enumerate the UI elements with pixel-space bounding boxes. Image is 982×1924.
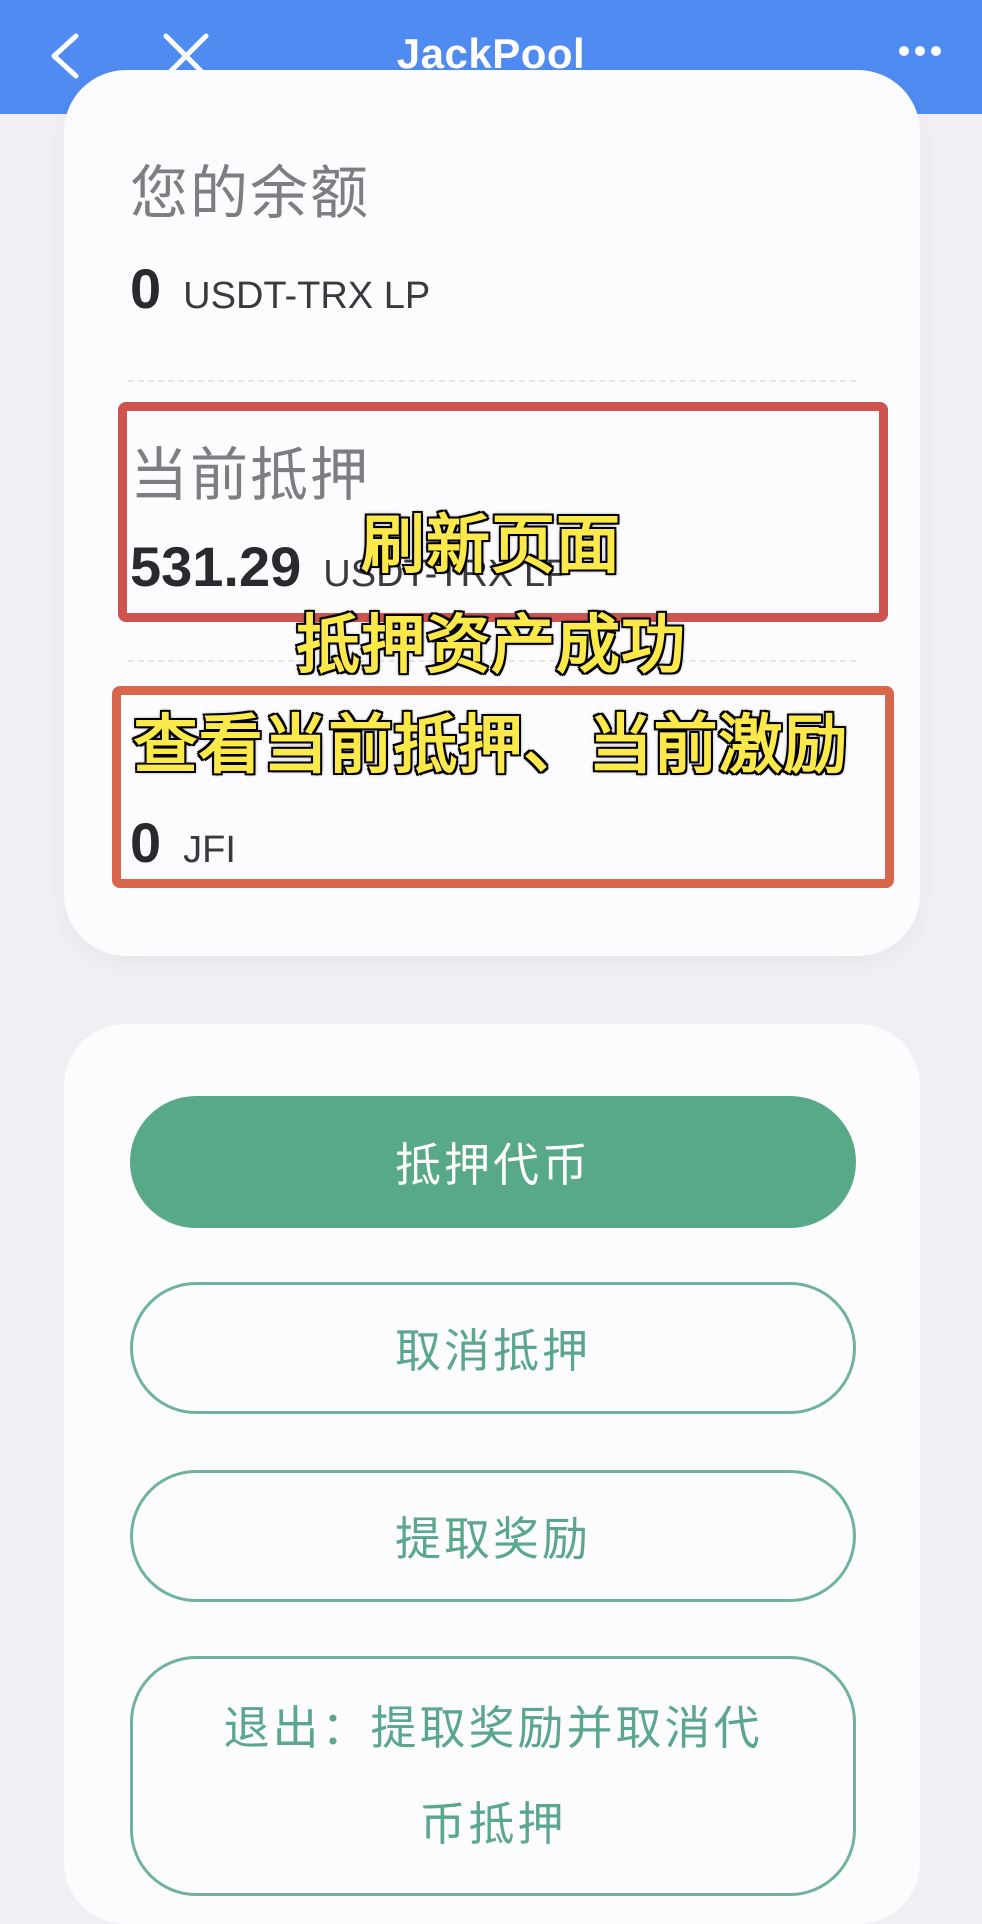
balance-amount-row: 0 USDT-TRX LP bbox=[130, 256, 430, 321]
balance-unit: USDT-TRX LP bbox=[183, 275, 431, 317]
claim-reward-button[interactable]: 提取奖励 bbox=[130, 1470, 856, 1602]
balance-label: 您的余额 bbox=[130, 159, 371, 227]
unstake-button[interactable]: 取消抵押 bbox=[130, 1282, 856, 1414]
stake-button[interactable]: 抵押代币 bbox=[130, 1096, 856, 1228]
overlay-caption-line2: 抵押资产成功 bbox=[295, 608, 687, 685]
balance-amount: 0 bbox=[130, 257, 162, 320]
more-horizontal-icon[interactable] bbox=[898, 44, 942, 58]
overlay-caption-line1: 刷新页面 bbox=[360, 508, 622, 585]
overlay-caption-line3: 查看当前抵押、当前激励 bbox=[132, 708, 849, 785]
divider bbox=[128, 380, 856, 382]
exit-button[interactable]: 退出：提取奖励并取消代币抵押 bbox=[130, 1656, 856, 1896]
